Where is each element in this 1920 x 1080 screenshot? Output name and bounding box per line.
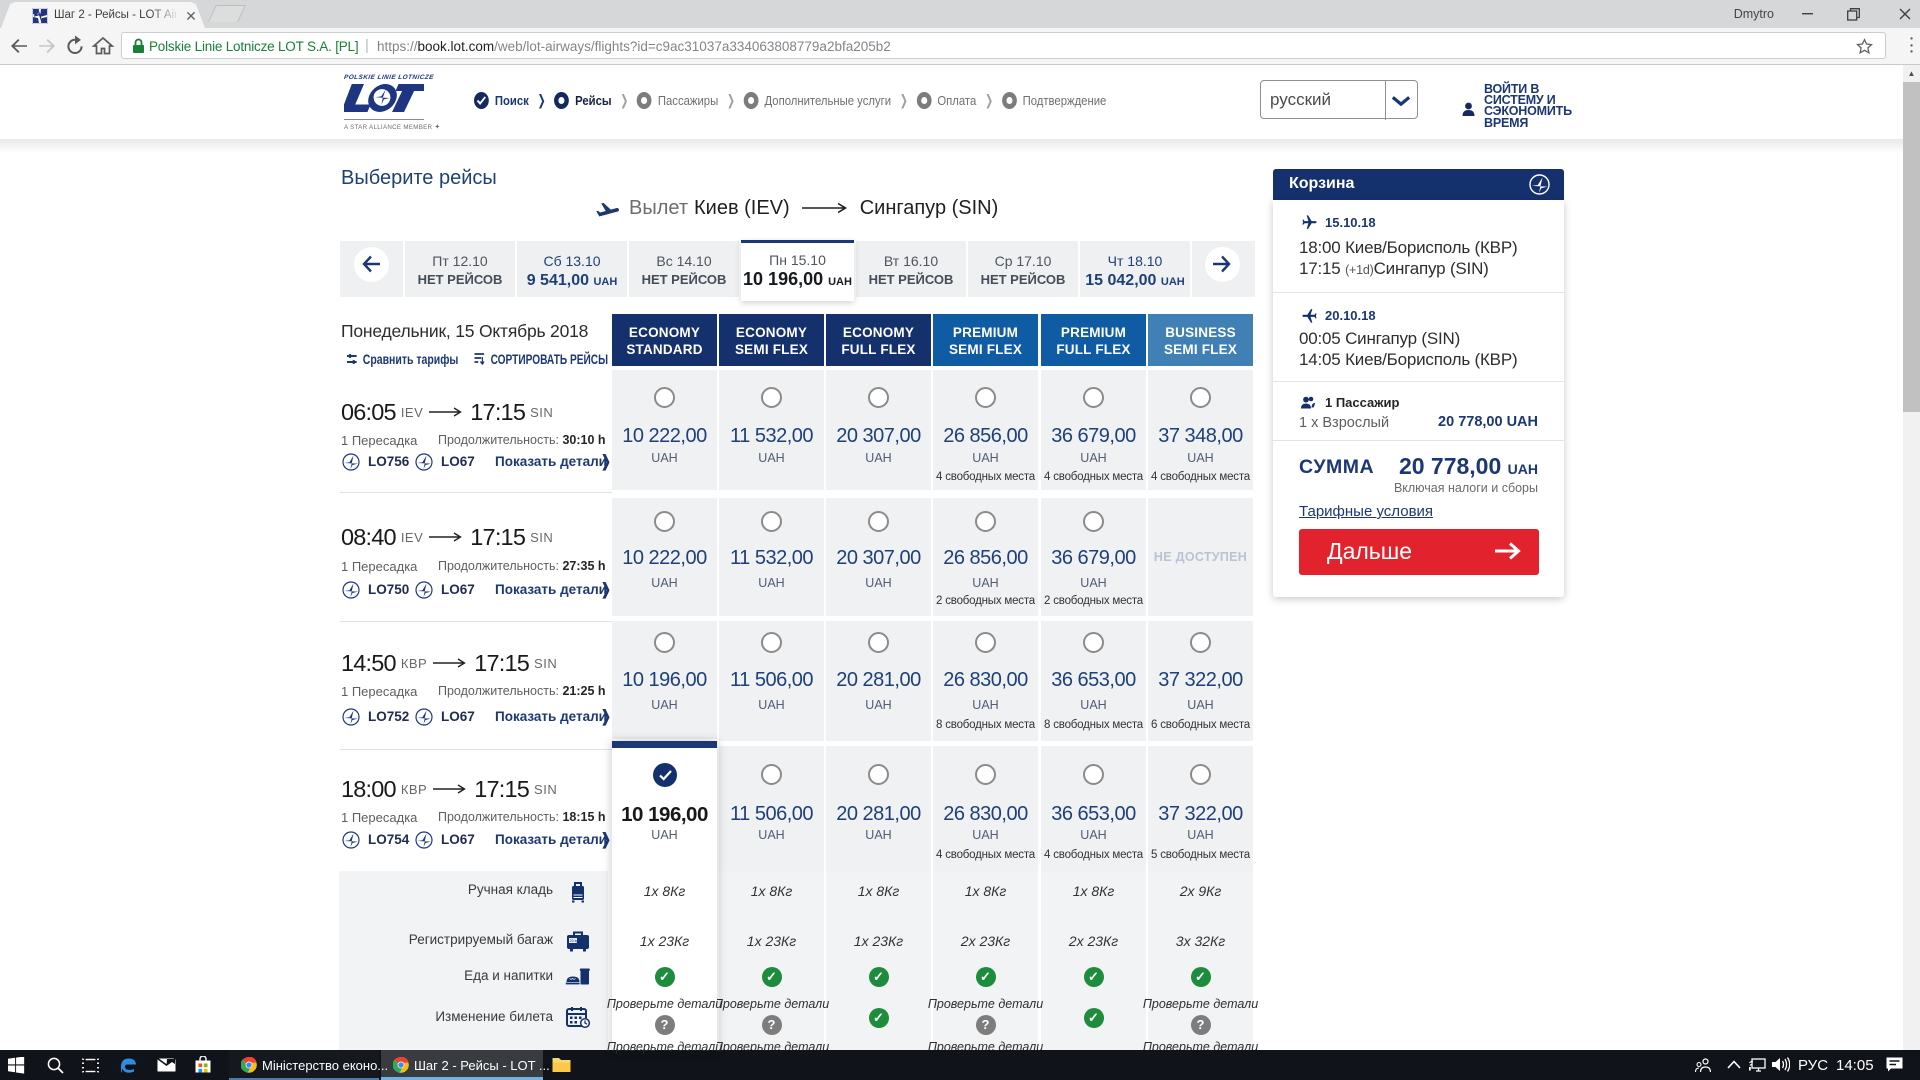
svg-text:23 kg: 23 kg [570,939,579,943]
